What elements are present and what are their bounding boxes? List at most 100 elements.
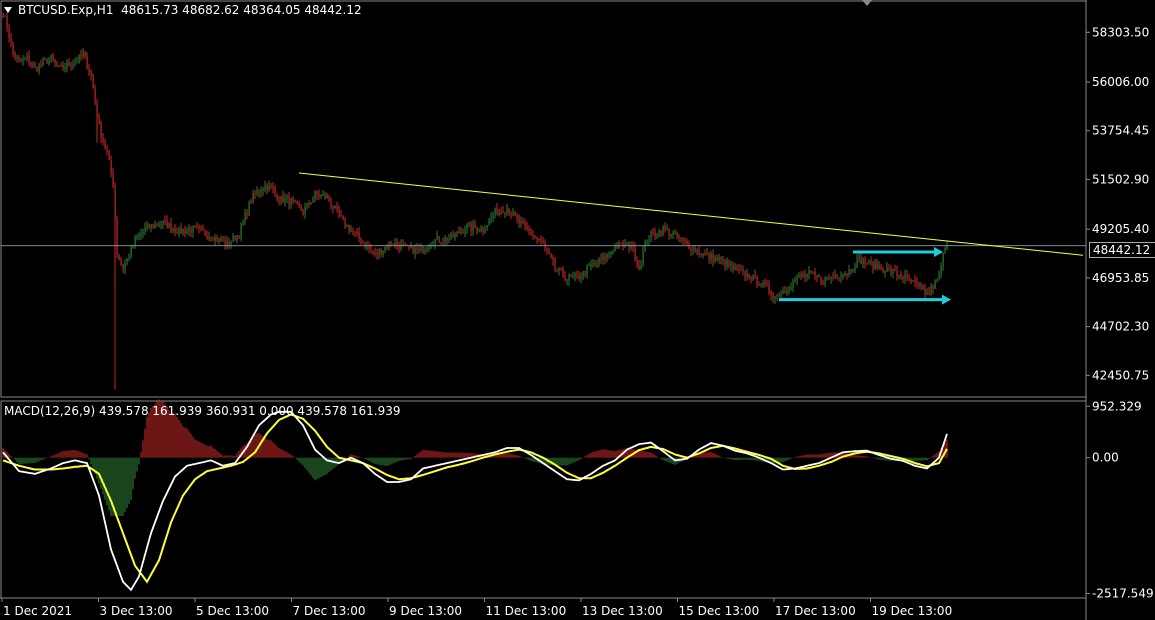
candle-body bbox=[28, 55, 30, 64]
candle-body bbox=[462, 231, 464, 234]
candle-body bbox=[778, 294, 780, 297]
candle-body bbox=[630, 246, 632, 248]
candle-body bbox=[654, 233, 656, 237]
candle-body bbox=[176, 232, 178, 234]
candle-body bbox=[390, 242, 392, 244]
candle-body bbox=[810, 271, 812, 273]
price-tick-label: 53754.45 bbox=[1092, 124, 1149, 138]
candle-body bbox=[454, 233, 456, 238]
candle-body bbox=[22, 58, 24, 62]
candle-body bbox=[544, 243, 546, 248]
time-tick-label: 7 Dec 13:00 bbox=[293, 604, 366, 618]
candle-body bbox=[826, 277, 828, 279]
candle-body bbox=[878, 265, 880, 269]
candle-body bbox=[84, 52, 86, 57]
candle-body bbox=[748, 273, 750, 279]
candle-body bbox=[902, 277, 904, 279]
candle-body bbox=[426, 248, 428, 250]
candle-body bbox=[596, 263, 598, 265]
candle-body bbox=[692, 247, 694, 252]
candle-body bbox=[446, 237, 448, 241]
time-tick-label: 9 Dec 13:00 bbox=[389, 604, 462, 618]
candle-body bbox=[384, 246, 386, 251]
candle-body bbox=[640, 264, 642, 270]
candle-body bbox=[346, 225, 348, 228]
candle-body bbox=[128, 256, 130, 259]
candle-body bbox=[860, 256, 862, 265]
candle-body bbox=[920, 285, 922, 287]
candle-body bbox=[942, 252, 944, 267]
ohlc-values: 48615.73 48682.62 48364.05 48442.12 bbox=[121, 3, 362, 17]
candle-body bbox=[788, 289, 790, 292]
candle-body bbox=[100, 124, 102, 138]
candle-body bbox=[218, 238, 220, 242]
time-tick-label: 13 Dec 13:00 bbox=[582, 604, 663, 618]
candle-body bbox=[340, 215, 342, 217]
candle-body bbox=[26, 55, 28, 59]
candle-body bbox=[870, 259, 872, 262]
candle-body bbox=[160, 224, 162, 226]
candle-body bbox=[764, 281, 766, 285]
time-tick-label: 19 Dec 13:00 bbox=[872, 604, 953, 618]
candle-body bbox=[12, 42, 14, 54]
chart-area[interactable]: 58303.50 56006.00 53754.45 51502.90 49205.40… bbox=[0, 0, 1155, 620]
candle-body bbox=[904, 274, 906, 279]
candle-body bbox=[314, 191, 316, 199]
candle-body bbox=[898, 275, 900, 277]
candle-body bbox=[520, 221, 522, 224]
candle-body bbox=[268, 185, 270, 191]
candle-body bbox=[480, 228, 482, 232]
candle-body bbox=[460, 231, 462, 234]
candle-body bbox=[680, 237, 682, 239]
candle-body bbox=[808, 271, 810, 275]
candle-body bbox=[110, 160, 112, 174]
candle-body bbox=[620, 242, 622, 244]
candle-body bbox=[310, 202, 312, 205]
candle-body bbox=[798, 275, 800, 277]
candle-body bbox=[744, 270, 746, 278]
candle-body bbox=[806, 274, 808, 277]
candle-body bbox=[302, 210, 304, 215]
candle-body bbox=[262, 188, 264, 191]
candle-body bbox=[610, 251, 612, 254]
candle-body bbox=[294, 199, 296, 201]
candle-body bbox=[40, 64, 42, 66]
candle-body bbox=[696, 250, 698, 253]
symbol-label: BTCUSD.Exp,H1 bbox=[18, 3, 114, 17]
candle-body bbox=[800, 275, 802, 277]
candle-body bbox=[120, 259, 122, 264]
candle-body bbox=[500, 211, 502, 213]
candle-body bbox=[632, 246, 634, 248]
time-tick-label: 1 Dec 2021 bbox=[3, 604, 72, 618]
candle-body bbox=[782, 290, 784, 294]
candle-body bbox=[738, 268, 740, 271]
candle-body bbox=[116, 219, 118, 255]
candle-body bbox=[644, 242, 646, 252]
candle-body bbox=[122, 263, 124, 270]
candle-body bbox=[706, 253, 708, 255]
candle-body bbox=[560, 268, 562, 270]
candle-body bbox=[830, 276, 832, 279]
candle-body bbox=[482, 228, 484, 233]
candle-body bbox=[276, 193, 278, 201]
candle-body bbox=[52, 54, 54, 60]
candle-body bbox=[700, 255, 702, 257]
candle-body bbox=[266, 186, 268, 191]
candle-body bbox=[146, 223, 148, 228]
candle-body bbox=[856, 258, 858, 269]
candle-body bbox=[562, 269, 564, 277]
candle-body bbox=[628, 241, 630, 248]
candle-body bbox=[164, 220, 166, 222]
candle-body bbox=[332, 205, 334, 209]
candle-body bbox=[740, 269, 742, 271]
candle-body bbox=[616, 245, 618, 249]
candle-body bbox=[666, 229, 668, 231]
candle-body bbox=[54, 59, 56, 63]
candle-body bbox=[202, 228, 204, 231]
candle-body bbox=[318, 194, 320, 197]
candle-body bbox=[360, 238, 362, 243]
candle-body bbox=[112, 173, 114, 187]
candle-body bbox=[916, 282, 918, 284]
candle-body bbox=[710, 254, 712, 259]
candle-body bbox=[906, 274, 908, 277]
